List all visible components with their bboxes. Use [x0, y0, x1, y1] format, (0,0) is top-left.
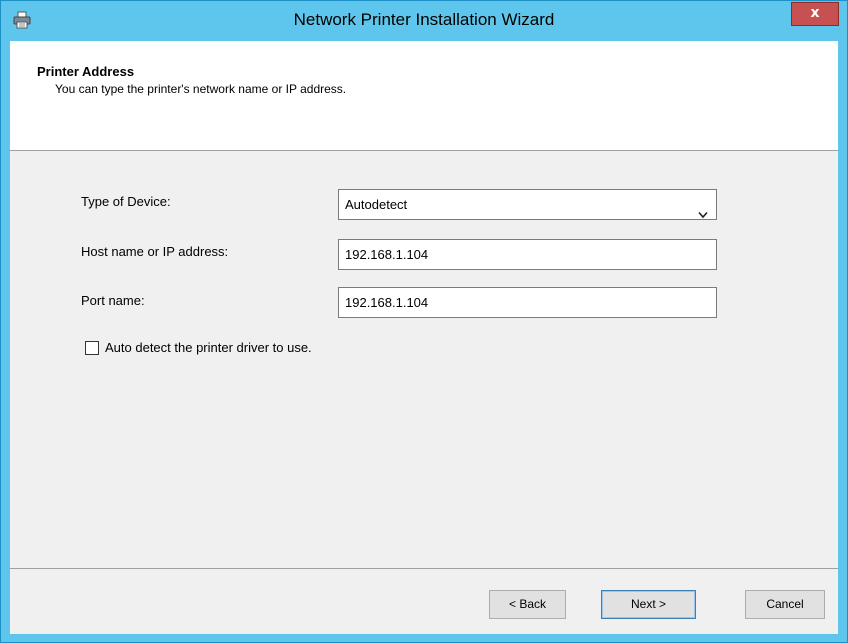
back-button[interactable]: < Back	[489, 590, 566, 619]
port-label: Port name:	[81, 293, 145, 308]
auto-detect-label: Auto detect the printer driver to use.	[105, 340, 312, 355]
cancel-button[interactable]: Cancel	[745, 590, 825, 619]
close-button[interactable]: x	[791, 2, 839, 26]
title-bar[interactable]: Network Printer Installation Wizard x	[1, 1, 847, 41]
wizard-window: Network Printer Installation Wizard x Pr…	[0, 0, 848, 643]
close-icon: x	[810, 5, 820, 21]
page-subtitle: You can type the printer's network name …	[55, 82, 347, 96]
device-type-label: Type of Device:	[81, 194, 171, 209]
wizard-body: Printer Address You can type the printer…	[10, 41, 838, 634]
host-label: Host name or IP address:	[81, 244, 229, 259]
device-type-dropdown[interactable]: Autodetect	[338, 189, 717, 220]
device-type-value: Autodetect	[345, 197, 408, 212]
chevron-down-icon	[698, 200, 708, 219]
auto-detect-checkbox[interactable]	[85, 341, 99, 355]
page-header: Printer Address You can type the printer…	[10, 41, 838, 151]
port-input[interactable]: 192.168.1.104	[338, 287, 717, 318]
footer-divider	[10, 568, 838, 569]
window-title: Network Printer Installation Wizard	[293, 10, 555, 29]
next-button[interactable]: Next >	[601, 590, 696, 619]
host-input[interactable]: 192.168.1.104	[338, 239, 717, 270]
page-title: Printer Address	[37, 64, 135, 79]
